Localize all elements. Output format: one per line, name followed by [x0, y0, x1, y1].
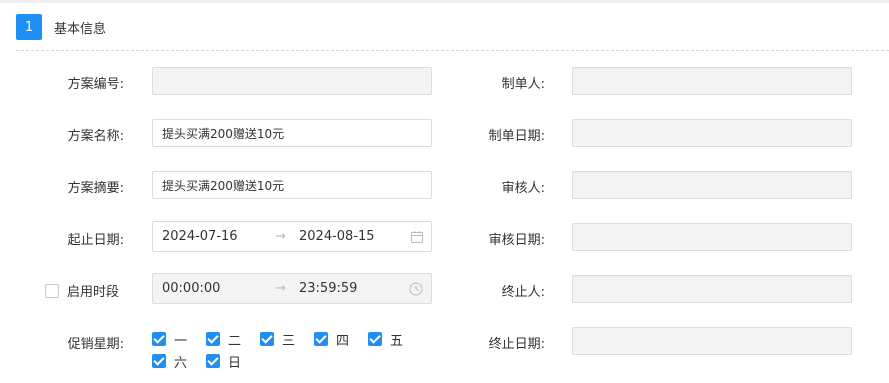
weekday-mon[interactable]: 一	[152, 328, 206, 350]
weekday-thu-label: 四	[336, 333, 350, 349]
date-range-label: 起止日期:	[67, 233, 124, 248]
weekday-tue[interactable]: 二	[206, 328, 260, 350]
weekday-sun[interactable]: 日	[206, 350, 260, 372]
date-range-start[interactable]: 2024-07-16	[162, 229, 238, 244]
weekday-wed-label: 三	[282, 333, 296, 349]
weekday-sat-checkbox[interactable]	[152, 354, 166, 368]
calendar-icon[interactable]	[410, 230, 424, 244]
weekday-sun-label: 日	[228, 355, 242, 371]
time-range-end: 23:59:59	[299, 281, 358, 296]
promo-weekdays-label: 促销星期:	[67, 337, 124, 352]
weekday-fri[interactable]: 五	[368, 328, 422, 350]
weekday-wed[interactable]: 三	[260, 328, 314, 350]
scheme-no-label: 方案编号:	[67, 77, 124, 92]
create-date-label: 制单日期:	[488, 129, 545, 144]
weekday-mon-checkbox[interactable]	[152, 332, 166, 346]
terminator-field	[572, 275, 852, 303]
weekday-tue-checkbox[interactable]	[206, 332, 220, 346]
terminator-label: 终止人:	[501, 285, 545, 300]
weekday-thu[interactable]: 四	[314, 328, 368, 350]
creator-label: 制单人:	[501, 77, 545, 92]
create-date-field	[572, 119, 852, 147]
scheme-summary-label: 方案摘要:	[67, 181, 124, 196]
reviewer-field	[572, 171, 852, 199]
weekday-fri-checkbox[interactable]	[368, 332, 382, 346]
weekday-sun-checkbox[interactable]	[206, 354, 220, 368]
weekday-tue-label: 二	[228, 333, 242, 349]
step-number-badge: 1	[16, 14, 42, 40]
scheme-summary-input[interactable]: 提头买满200赠送10元	[152, 171, 432, 199]
review-date-label: 审核日期:	[488, 233, 545, 248]
date-range-picker[interactable]: 2024-07-16 → 2024-08-15	[152, 221, 432, 252]
date-range-end[interactable]: 2024-08-15	[299, 229, 375, 244]
section-title: 基本信息	[54, 21, 107, 37]
promo-weekdays-group: 一 二 三 四 五 六 日	[152, 328, 422, 372]
enable-time-period-label: 启用时段	[67, 285, 120, 300]
review-date-field	[572, 223, 852, 251]
date-range-arrow: →	[275, 229, 286, 244]
enable-time-period[interactable]: 启用时段	[45, 281, 119, 300]
weekday-wed-checkbox[interactable]	[260, 332, 274, 346]
time-range-picker: 00:00:00 → 23:59:59	[152, 273, 432, 304]
weekday-sat[interactable]: 六	[152, 350, 206, 372]
reviewer-label: 审核人:	[501, 181, 545, 196]
time-range-start: 00:00:00	[162, 281, 221, 296]
terminate-date-field	[572, 327, 852, 355]
enable-time-period-checkbox[interactable]	[45, 283, 59, 298]
top-border	[0, 0, 889, 3]
scheme-no-field	[152, 67, 432, 95]
time-range-arrow: →	[275, 281, 286, 296]
weekday-sat-label: 六	[174, 355, 188, 371]
weekday-thu-checkbox[interactable]	[314, 332, 328, 346]
scheme-name-label: 方案名称:	[67, 129, 124, 144]
clock-icon	[409, 282, 423, 296]
terminate-date-label: 终止日期:	[488, 337, 545, 352]
section-header: 1 基本信息	[16, 14, 106, 40]
weekday-mon-label: 一	[174, 333, 188, 349]
creator-field	[572, 67, 852, 95]
section-divider	[16, 50, 889, 51]
scheme-name-input[interactable]: 提头买满200赠送10元	[152, 119, 432, 147]
weekday-fri-label: 五	[390, 333, 404, 349]
